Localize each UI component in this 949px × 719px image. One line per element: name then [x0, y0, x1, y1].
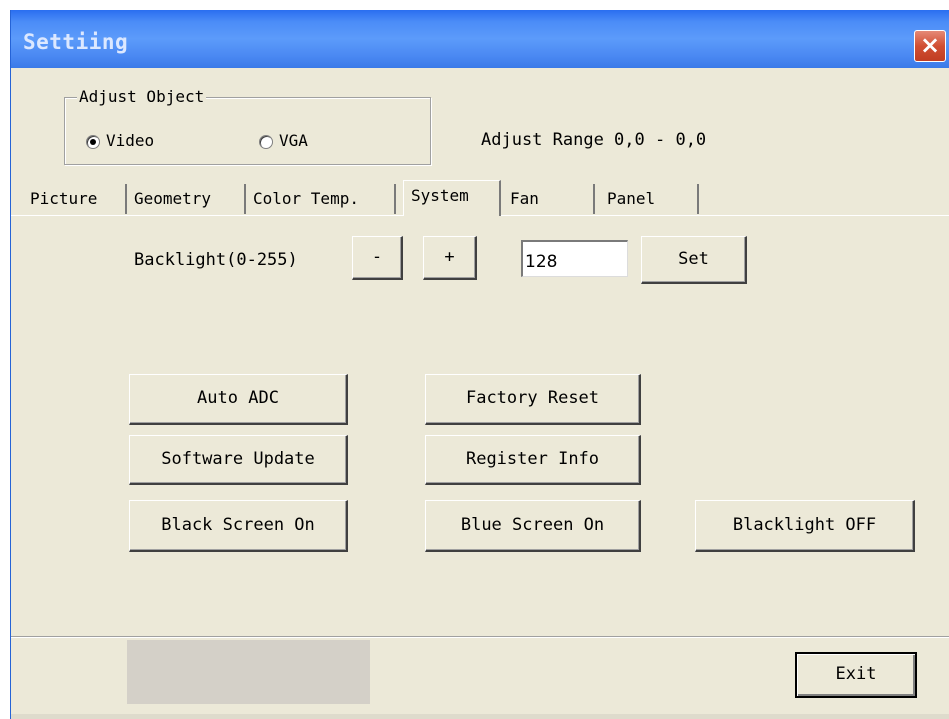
- tab-geometry[interactable]: Geometry: [127, 184, 246, 214]
- window-title: Settiing: [23, 30, 129, 54]
- exit-button-label: Exit: [835, 664, 877, 684]
- blacklight-off-label: Blacklight OFF: [732, 515, 877, 535]
- tab-system[interactable]: System: [403, 180, 501, 216]
- adjust-object-legend: Adjust Object: [77, 87, 207, 106]
- plus-icon: +: [444, 247, 455, 267]
- tab-label: Geometry: [134, 189, 212, 208]
- close-button[interactable]: ×: [914, 30, 946, 62]
- close-icon: ×: [919, 31, 941, 59]
- radio-selected-dot: [90, 139, 96, 145]
- footer-separator-highlight: [11, 637, 949, 638]
- set-button[interactable]: Set: [641, 236, 747, 284]
- black-screen-on-label: Black Screen On: [161, 515, 315, 535]
- tab-label: Color Temp.: [253, 189, 359, 208]
- set-button-label: Set: [678, 249, 709, 269]
- backlight-value-input[interactable]: [521, 240, 628, 277]
- title-bar[interactable]: Settiing ×: [11, 10, 949, 68]
- tab-label: Panel: [607, 189, 656, 208]
- auto-adc-button[interactable]: Auto ADC: [129, 374, 348, 425]
- tab-picture[interactable]: Picture: [23, 184, 127, 214]
- blue-screen-on-label: Blue Screen On: [460, 515, 605, 535]
- factory-reset-label: Factory Reset: [465, 388, 600, 408]
- backlight-label: Backlight(0-255): [134, 250, 298, 270]
- register-info-button[interactable]: Register Info: [425, 435, 641, 485]
- radio-video[interactable]: [86, 135, 100, 149]
- tab-label: System: [411, 186, 469, 205]
- radio-vga[interactable]: [259, 135, 273, 149]
- backlight-increase-button[interactable]: +: [423, 236, 477, 280]
- software-update-label: Software Update: [161, 449, 315, 469]
- black-screen-on-button[interactable]: Black Screen On: [129, 500, 348, 552]
- blue-screen-on-button[interactable]: Blue Screen On: [425, 500, 641, 552]
- exit-button[interactable]: Exit: [795, 652, 917, 698]
- software-update-button[interactable]: Software Update: [129, 435, 348, 485]
- tab-panel[interactable]: Panel: [595, 184, 699, 214]
- auto-adc-label: Auto ADC: [197, 388, 279, 408]
- status-panel: [127, 640, 370, 704]
- tab-strip: Picture Geometry Color Temp. System Fan …: [11, 180, 949, 216]
- factory-reset-button[interactable]: Factory Reset: [425, 374, 641, 425]
- window-bottom-edge: [11, 714, 949, 719]
- settings-dialog: Settiing × Adjust Object Video VGA Adjus…: [10, 10, 949, 719]
- tab-label: Picture: [30, 189, 98, 208]
- adjust-range-text: Adjust Range 0,0 - 0,0: [481, 130, 707, 150]
- radio-vga-label[interactable]: VGA: [279, 131, 308, 150]
- radio-video-label[interactable]: Video: [106, 131, 154, 150]
- minus-icon: -: [371, 247, 383, 267]
- tab-fan[interactable]: Fan: [503, 184, 595, 214]
- backlight-decrease-button[interactable]: -: [352, 236, 403, 280]
- tab-color-temp[interactable]: Color Temp.: [246, 184, 396, 214]
- tab-label: Fan: [510, 189, 539, 208]
- register-info-label: Register Info: [465, 449, 600, 469]
- blacklight-off-button[interactable]: Blacklight OFF: [695, 500, 915, 552]
